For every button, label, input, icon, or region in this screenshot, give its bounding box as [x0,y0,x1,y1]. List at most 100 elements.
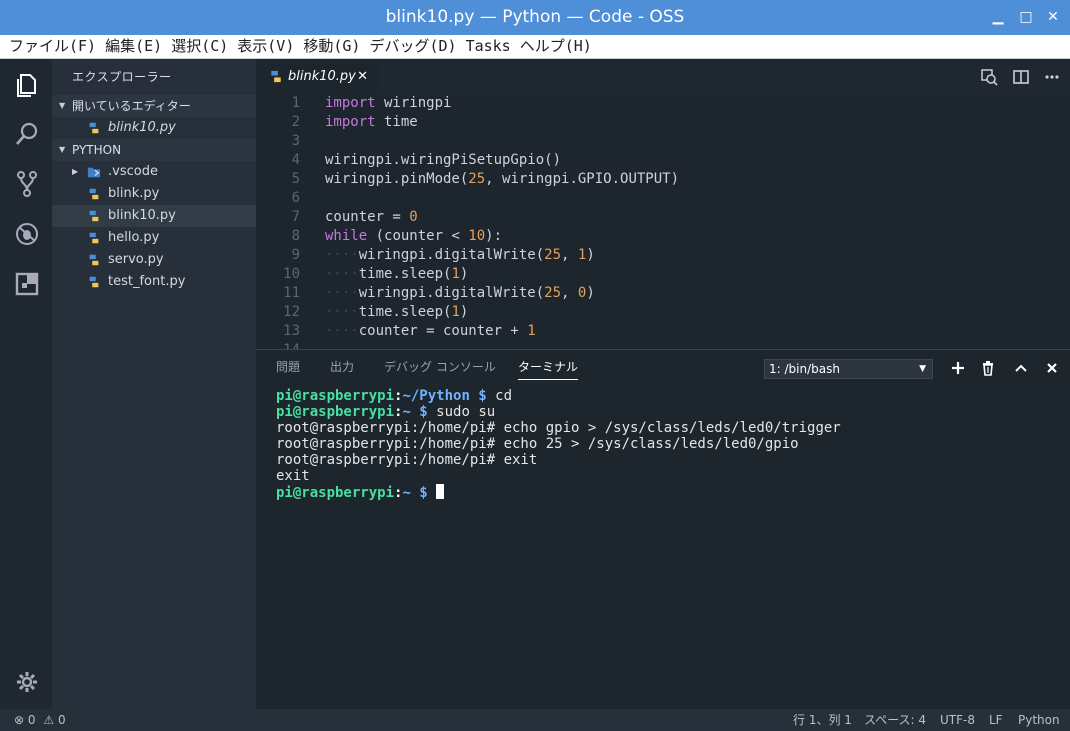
menu-go[interactable]: 移動(G) [294,35,360,58]
editor-tab-bar: blink10.py ✕ [256,59,1070,94]
close-panel-icon[interactable] [1044,360,1060,376]
window-title: blink10.py — Python — Code - OSS [385,7,685,27]
add-terminal-icon[interactable] [950,360,966,376]
menu-bar: ファイル(F) 編集(E) 選択(C) 表示(V) 移動(G) デバッグ(D) Tasks ヘ… [0,35,1070,59]
vscode-window: blink10.py — Python — Code - OSS ▁ □ ✕ フ… [0,0,1070,731]
code-line: ····time.sleep(1) [325,266,469,282]
line-number: 7 [291,209,300,225]
terminal-line: root@raspberrypi:/home/pi# echo 25 > /sy… [276,436,799,452]
files-icon[interactable] [13,70,41,98]
python-file-icon [89,232,99,244]
terminal-output[interactable]: pi@raspberrypi:~/Python $ cd pi@raspberry… [276,388,841,501]
python-file-icon [89,276,99,288]
terminal-line: exit [276,468,310,484]
python-file-icon [89,254,99,266]
line-number: 4 [291,152,300,168]
file-item-servo[interactable]: servo.py [52,249,256,271]
file-item-vscode[interactable]: ▶ .vscode [52,161,256,183]
line-number: 10 [283,266,300,282]
line-number: 11 [283,285,300,301]
terminal-line: pi@raspberrypi:~ $ sudo su [276,404,496,420]
open-editor-item[interactable]: blink10.py [52,117,256,139]
error-icon: ⊗ [14,713,25,727]
bottom-panel: 問題 出力 デバッグ コンソール ターミナル 1: /bin/bash ▼ pi… [256,349,1070,709]
close-window-button[interactable]: ✕ [1040,0,1066,35]
line-number: 13 [283,323,300,339]
dropdown-arrow-icon: ▼ [919,364,926,374]
terminal-line: pi@raspberrypi:~/Python $ cd [276,388,513,404]
tab-blink10[interactable]: blink10.py ✕ [256,59,378,94]
line-number: 5 [291,171,300,187]
activity-bar [0,59,52,709]
python-folder-section[interactable]: ▼ PYTHON [52,139,256,161]
explorer-sidebar: エクスプローラー ▼ 開いているエディター blink10.py ▼ PYTHO… [52,59,256,709]
menu-selection[interactable]: 選択(C) [162,35,228,58]
file-item-test-font[interactable]: test_font.py [52,271,256,293]
code-line: ····wiringpi.digitalWrite(25, 0) [325,285,595,301]
explorer-title: エクスプローラー [72,70,172,84]
trash-icon[interactable] [980,360,996,376]
line-number: 2 [291,114,300,130]
gear-icon[interactable] [15,670,39,694]
title-bar: blink10.py — Python — Code - OSS ▁ □ ✕ [0,0,1070,35]
file-item-blink10[interactable]: blink10.py [52,205,256,227]
line-number: 3 [291,133,300,149]
source-control-icon[interactable] [13,170,41,198]
minimize-button[interactable]: ▁ [985,0,1011,35]
code-line: counter = 0 [325,209,418,225]
line-number: 9 [291,247,300,263]
python-file-icon [89,210,99,222]
terminal-select[interactable]: 1: /bin/bash ▼ [764,359,933,379]
chevron-down-icon: ▼ [59,145,66,154]
line-number: 6 [291,190,300,206]
more-actions-icon[interactable] [1043,68,1061,86]
file-item-hello[interactable]: hello.py [52,227,256,249]
menu-debug[interactable]: デバッグ(D) [360,35,456,58]
maximize-button[interactable]: □ [1013,0,1039,35]
problems-status[interactable]: ⊗ 0 ⚠ 0 [14,709,66,731]
tab-output[interactable]: 出力 [330,350,354,384]
tab-debug-console[interactable]: デバッグ コンソール [384,350,496,384]
code-line: wiringpi.wiringPiSetupGpio() [325,152,562,168]
menu-file[interactable]: ファイル(F) [0,35,96,58]
debug-icon[interactable] [13,220,41,248]
vscode-folder-icon [87,167,101,178]
code-line: ····time.sleep(1) [325,304,469,320]
code-editor[interactable]: 1 import wiringpi 2 import time 3 4 wiri… [256,94,1070,349]
line-number: 1 [291,95,300,111]
tab-terminal[interactable]: ターミナル [518,350,579,384]
menu-help[interactable]: ヘルプ(H) [511,35,592,58]
tab-problems[interactable]: 問題 [276,350,300,384]
menu-edit[interactable]: 編集(E) [96,35,162,58]
open-editors-section[interactable]: ▼ 開いているエディター [52,95,256,117]
warning-icon: ⚠ [43,713,55,727]
chevron-right-icon: ▶ [72,167,79,176]
encoding-status[interactable]: UTF-8 [940,709,975,731]
terminal-line: root@raspberrypi:/home/pi# exit [276,452,538,468]
split-editor-icon[interactable] [1012,68,1030,86]
open-changes-icon[interactable] [980,68,998,86]
file-item-blink[interactable]: blink.py [52,183,256,205]
menu-tasks[interactable]: Tasks [457,35,511,58]
code-line: import wiringpi [325,95,452,111]
line-number: 12 [283,304,300,320]
chevron-up-icon[interactable] [1013,360,1029,376]
terminal-cursor [436,484,445,499]
eol-status[interactable]: LF [989,709,1003,731]
indentation-status[interactable]: スペース: 4 [864,709,926,731]
line-number: 14 [256,341,300,349]
terminal-line: root@raspberrypi:/home/pi# echo gpio > /… [276,420,841,436]
menu-view[interactable]: 表示(V) [228,35,294,58]
cursor-position[interactable]: 行 1、列 1 [793,709,852,731]
code-line: ····wiringpi.digitalWrite(25, 1) [325,247,595,263]
terminal-line: pi@raspberrypi:~ $ [276,484,841,501]
code-line: import time [325,114,418,130]
language-status[interactable]: Python [1018,709,1060,731]
search-icon[interactable] [13,120,41,148]
python-file-icon [89,188,99,200]
status-bar: ⊗ 0 ⚠ 0 行 1、列 1 スペース: 4 UTF-8 LF Python [0,709,1070,731]
close-tab-icon[interactable]: ✕ [357,59,368,94]
code-line: ····counter = counter + 1 [325,323,536,339]
extensions-icon[interactable] [13,270,41,298]
code-line: wiringpi.pinMode(25, wiringpi.GPIO.OUTPU… [325,171,680,187]
